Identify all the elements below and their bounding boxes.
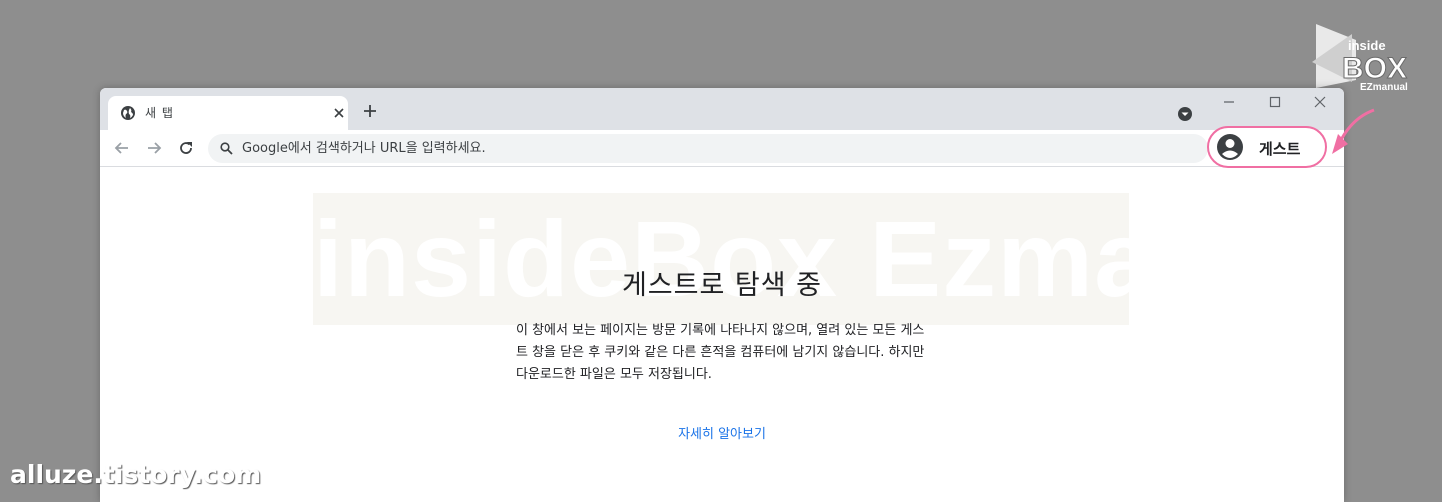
window-close-icon[interactable] xyxy=(1313,95,1327,109)
guest-page-content: insideBox Ezmanual 게스트로 탐색 중 이 창에서 보는 페이… xyxy=(100,168,1344,502)
globe-icon xyxy=(121,106,135,120)
arrow-right-icon[interactable] xyxy=(145,139,163,157)
logo-text-top: inside xyxy=(1348,38,1386,53)
toolbar xyxy=(100,130,1344,167)
plus-icon[interactable] xyxy=(362,103,378,119)
page-description: 이 창에서 보는 페이지는 방문 기록에 나타나지 않으며, 열려 있는 모든 … xyxy=(516,323,925,382)
learn-more-link[interactable]: 자세히 알아보기 xyxy=(100,423,1344,442)
profile-label: 게스트 xyxy=(1259,140,1301,158)
tab-strip: 새 탭 xyxy=(100,88,1344,130)
browser-window: 새 탭 Google에서 검색하거나 URL을 입력하세요. 게스트 insid… xyxy=(100,88,1344,502)
tab-new-tab[interactable]: 새 탭 xyxy=(108,96,348,130)
tab-title: 새 탭 xyxy=(145,106,174,120)
logo-text-sub: EZmanual xyxy=(1360,82,1408,92)
pointer-arrow-icon xyxy=(1332,108,1375,154)
logo-text-main: BOX xyxy=(1342,52,1407,85)
dropdown-circle-icon[interactable] xyxy=(1177,106,1193,122)
omnibox[interactable] xyxy=(208,134,1208,163)
arrow-left-icon[interactable] xyxy=(113,139,131,157)
close-icon[interactable] xyxy=(332,106,346,120)
account-circle-icon xyxy=(1217,134,1243,160)
search-icon xyxy=(220,142,233,155)
address-input[interactable] xyxy=(240,137,1140,160)
reload-icon[interactable] xyxy=(177,139,195,157)
minimize-icon[interactable] xyxy=(1222,95,1236,109)
maximize-icon[interactable] xyxy=(1268,95,1282,109)
profile-button[interactable]: 게스트 xyxy=(1207,126,1327,168)
page-title: 게스트로 탐색 중 xyxy=(621,270,823,301)
site-url-watermark: alluze.tistory.com xyxy=(10,460,262,489)
watermark: insideBox Ezmanual xyxy=(313,193,1129,325)
site-logo: inside BOX EZmanual xyxy=(1312,24,1408,92)
